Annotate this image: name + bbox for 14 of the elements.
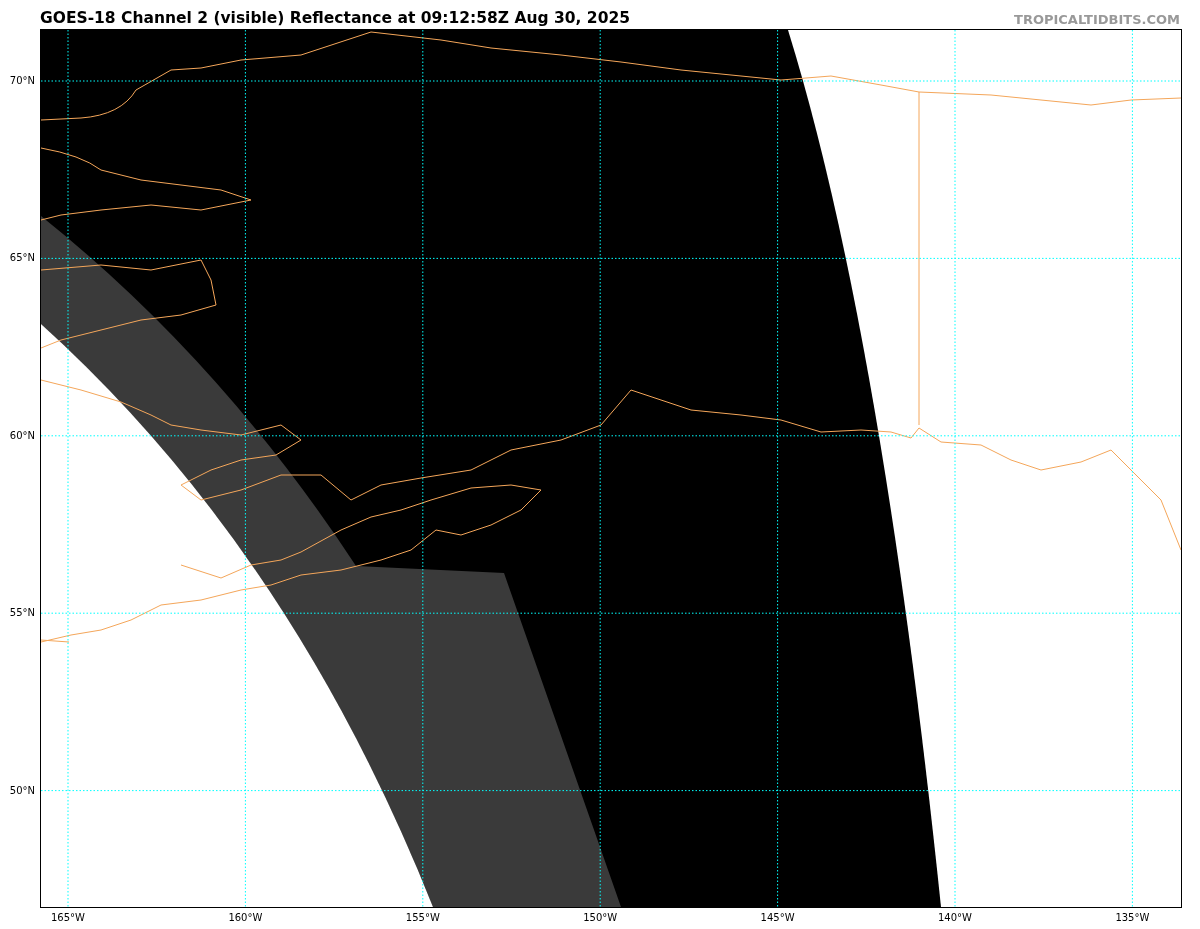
latitude-label: 70°N	[9, 74, 35, 86]
longitude-label: 145°W	[760, 912, 795, 923]
longitude-label: 150°W	[583, 912, 618, 923]
longitude-label: 140°W	[938, 912, 972, 923]
latitude-label: 60°N	[9, 429, 35, 441]
plot-title: GOES-18 Channel 2 (visible) Reflectance at 09:12:58Z Aug 30, 2025	[40, 9, 630, 27]
longitude-label: 135°W	[1115, 912, 1150, 923]
latitude-label: 50°N	[9, 784, 35, 796]
longitude-label: 160°W	[228, 912, 263, 923]
latitude-label: 55°N	[9, 606, 35, 618]
longitude-label: 155°W	[405, 912, 440, 923]
longitude-label: 165°W	[51, 912, 85, 923]
site-label: TROPICALTIDBITS.COM	[1014, 12, 1180, 27]
latitude-label: 65°N	[9, 251, 35, 263]
